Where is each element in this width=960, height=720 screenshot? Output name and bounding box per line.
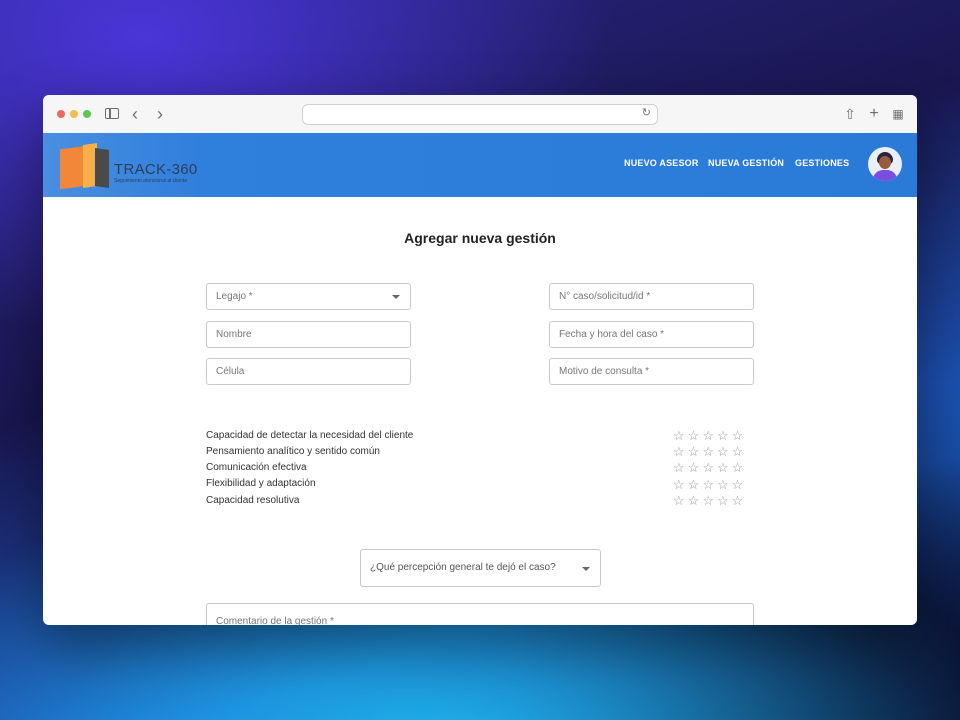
star-icon[interactable]: ☆ xyxy=(717,477,732,492)
fecha-input[interactable]: Fecha y hora del caso * xyxy=(549,321,754,348)
logo-title: TRACK-360 xyxy=(114,161,198,178)
logo-subtitle: Seguimiento atencional al cliente xyxy=(114,178,188,184)
nav-nuevo-asesor[interactable]: NUEVO ASESOR xyxy=(624,158,699,168)
criterion-label: Flexibilidad y adaptación xyxy=(206,478,316,489)
page-title: Agregar nueva gestión xyxy=(404,230,556,246)
star-icon[interactable]: ☆ xyxy=(702,428,717,443)
comment-textarea[interactable]: Comentario de la gestión * xyxy=(206,603,754,625)
caso-placeholder: N° caso/solicitud/id * xyxy=(559,291,651,302)
motivo-input[interactable]: Motivo de consulta * xyxy=(549,358,754,385)
user-avatar[interactable] xyxy=(868,147,902,181)
celula-input[interactable]: Célula xyxy=(206,358,411,385)
star-icon[interactable]: ☆ xyxy=(702,493,717,508)
star-icon[interactable]: ☆ xyxy=(732,444,747,459)
star-rating[interactable]: ☆☆☆☆☆ xyxy=(673,461,746,474)
chevron-down-icon xyxy=(392,295,400,299)
nombre-placeholder: Nombre xyxy=(216,329,252,340)
tab-overview-icon[interactable]: ▦ xyxy=(891,104,905,124)
star-icon[interactable]: ☆ xyxy=(717,444,732,459)
browser-titlebar: ‹ › ↻ ⇧ + ▦ xyxy=(43,95,917,134)
new-tab-icon[interactable]: + xyxy=(867,104,881,124)
maximize-window-button[interactable] xyxy=(83,110,91,118)
star-icon[interactable]: ☆ xyxy=(732,428,747,443)
avatar-body xyxy=(873,170,897,181)
app-header: TRACK-360 Seguimiento atencional al clie… xyxy=(43,133,917,197)
star-rating[interactable]: ☆☆☆☆☆ xyxy=(673,445,746,458)
star-icon[interactable]: ☆ xyxy=(717,493,732,508)
celula-placeholder: Célula xyxy=(216,366,245,377)
sidebar-toggle-icon[interactable] xyxy=(105,108,119,119)
star-icon[interactable]: ☆ xyxy=(702,477,717,492)
nav-gestiones[interactable]: GESTIONES xyxy=(795,158,849,168)
chevron-down-icon xyxy=(582,567,590,571)
star-icon[interactable]: ☆ xyxy=(688,444,703,459)
nombre-input[interactable]: Nombre xyxy=(206,321,411,348)
star-icon[interactable]: ☆ xyxy=(673,460,688,475)
star-rating[interactable]: ☆☆☆☆☆ xyxy=(673,478,746,491)
forward-icon[interactable]: › xyxy=(154,104,166,124)
criterion-label: Capacidad de detectar la necesidad del c… xyxy=(206,430,414,441)
share-icon[interactable]: ⇧ xyxy=(843,104,857,124)
star-icon[interactable]: ☆ xyxy=(673,477,688,492)
star-rating[interactable]: ☆☆☆☆☆ xyxy=(673,494,746,507)
perception-placeholder: ¿Qué percepción general te dejó el caso? xyxy=(370,562,556,573)
minimize-window-button[interactable] xyxy=(70,110,78,118)
comment-placeholder: Comentario de la gestión * xyxy=(216,616,334,625)
back-icon[interactable]: ‹ xyxy=(129,104,141,124)
star-icon[interactable]: ☆ xyxy=(688,428,703,443)
motivo-placeholder: Motivo de consulta * xyxy=(559,366,650,377)
avatar-face xyxy=(879,156,891,169)
star-icon[interactable]: ☆ xyxy=(688,477,703,492)
star-icon[interactable]: ☆ xyxy=(673,493,688,508)
star-icon[interactable]: ☆ xyxy=(702,460,717,475)
logo-shape-dark xyxy=(95,148,109,188)
fecha-placeholder: Fecha y hora del caso * xyxy=(559,329,665,340)
criterion-label: Capacidad resolutiva xyxy=(206,495,300,506)
legajo-select[interactable]: Legajo * xyxy=(206,283,411,310)
caso-input[interactable]: N° caso/solicitud/id * xyxy=(549,283,754,310)
reload-icon[interactable]: ↻ xyxy=(642,106,651,119)
star-icon[interactable]: ☆ xyxy=(717,428,732,443)
star-icon[interactable]: ☆ xyxy=(732,477,747,492)
star-rating[interactable]: ☆☆☆☆☆ xyxy=(673,429,746,442)
browser-window: ‹ › ↻ ⇧ + ▦ TRACK-360 Seguimiento atenci… xyxy=(43,95,917,625)
address-bar[interactable]: ↻ xyxy=(302,104,658,125)
star-icon[interactable]: ☆ xyxy=(673,444,688,459)
nav-nueva-gestion[interactable]: NUEVA GESTIÓN xyxy=(708,158,784,168)
star-icon[interactable]: ☆ xyxy=(688,460,703,475)
main-content: Agregar nueva gestión Legajo * Nombre Cé… xyxy=(43,197,917,625)
criterion-label: Comunicación efectiva xyxy=(206,462,307,473)
star-icon[interactable]: ☆ xyxy=(702,444,717,459)
star-icon[interactable]: ☆ xyxy=(673,428,688,443)
criterion-label: Pensamiento analítico y sentido común xyxy=(206,446,380,457)
star-icon[interactable]: ☆ xyxy=(717,460,732,475)
close-window-button[interactable] xyxy=(57,110,65,118)
star-icon[interactable]: ☆ xyxy=(732,493,747,508)
star-icon[interactable]: ☆ xyxy=(732,460,747,475)
star-icon[interactable]: ☆ xyxy=(688,493,703,508)
perception-select[interactable]: ¿Qué percepción general te dejó el caso? xyxy=(360,549,601,587)
legajo-placeholder: Legajo * xyxy=(216,291,253,302)
